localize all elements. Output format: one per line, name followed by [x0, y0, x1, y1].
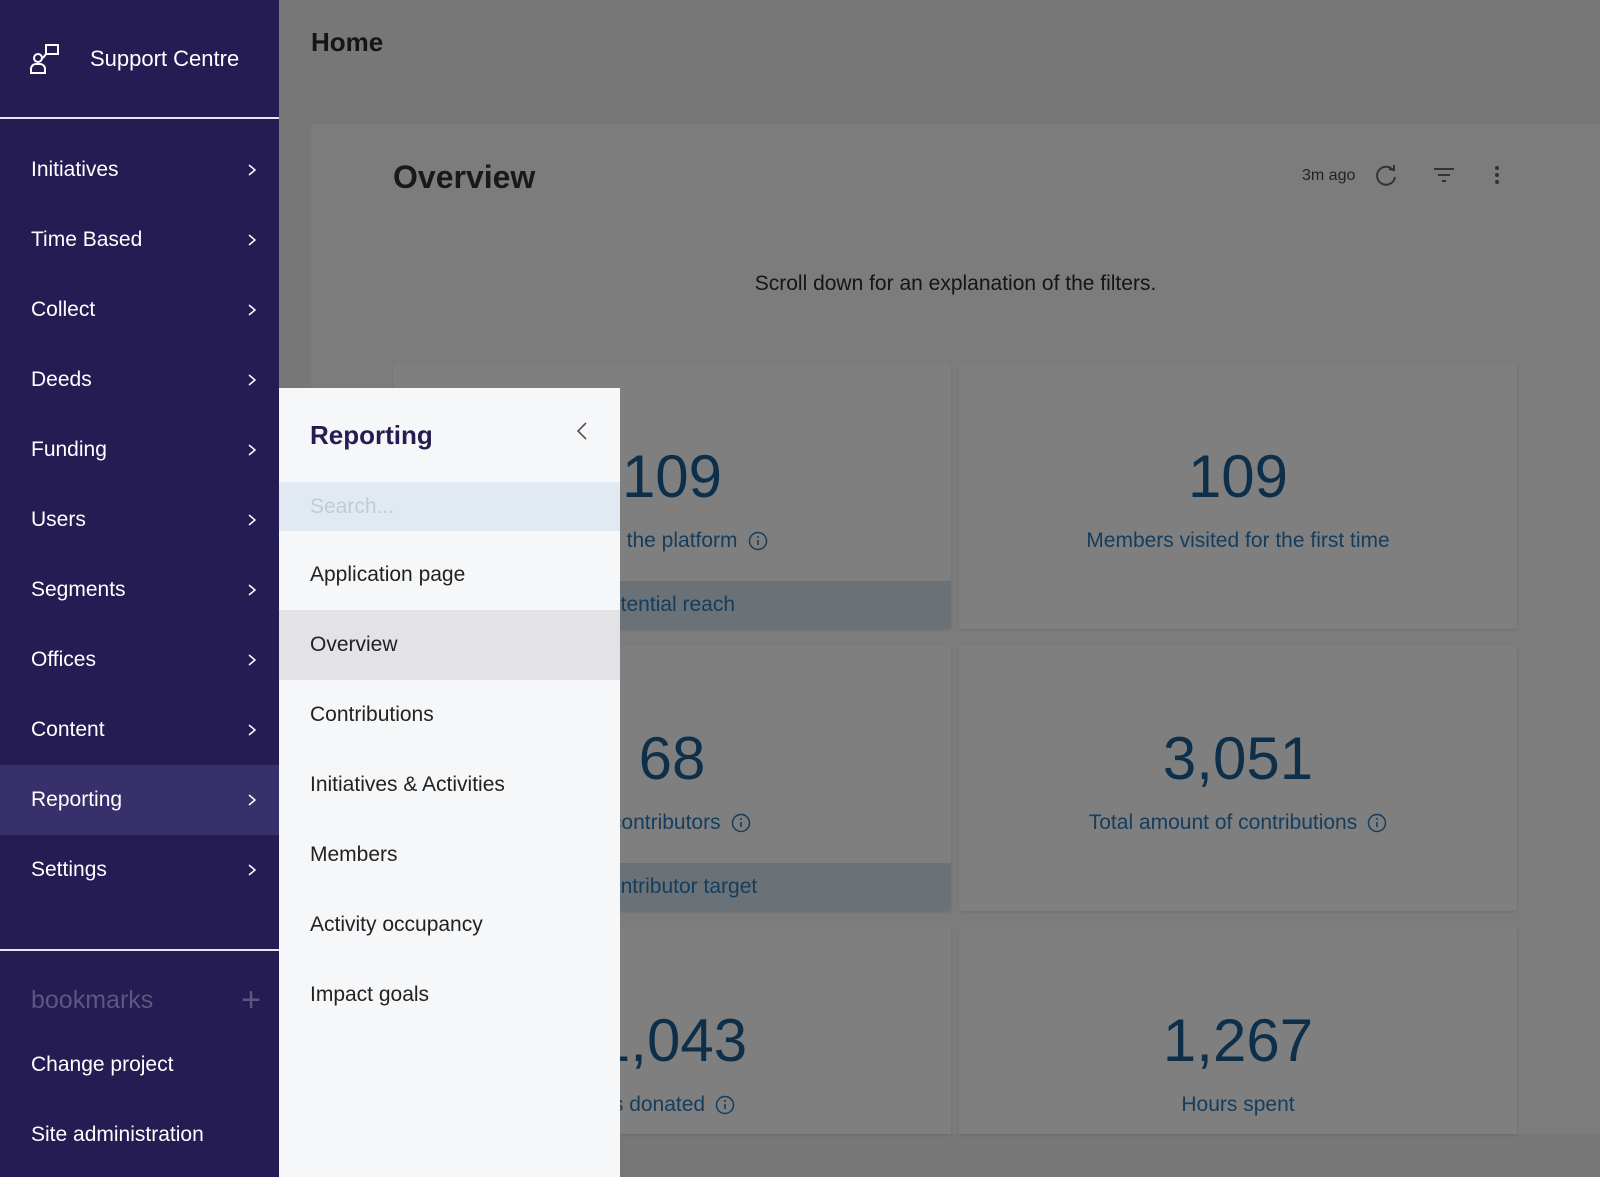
- search-input[interactable]: [279, 482, 620, 531]
- sidebar-item-funding[interactable]: Funding: [0, 415, 279, 485]
- sidebar-item-label: Initiatives: [31, 158, 119, 181]
- sidebar-item-offices[interactable]: Offices: [0, 625, 279, 695]
- sidebar-item-label: Funding: [31, 438, 107, 461]
- menu-item-application-page[interactable]: Application page: [279, 540, 620, 610]
- chevron-right-icon: [248, 444, 257, 456]
- chevron-right-icon: [248, 584, 257, 596]
- chevron-right-icon: [248, 164, 257, 176]
- flyout-menu: Application page Overview Contributions …: [279, 540, 620, 1030]
- brand[interactable]: Support Centre: [0, 0, 279, 119]
- sidebar-divider: [0, 949, 279, 951]
- bookmarks-label: bookmarks: [31, 985, 154, 1014]
- support-centre-icon: [30, 43, 59, 74]
- sidebar-item-label: Users: [31, 508, 86, 531]
- chevron-right-icon: [248, 374, 257, 386]
- chevron-right-icon: [248, 654, 257, 666]
- chevron-left-icon[interactable]: [575, 421, 589, 441]
- sidebar-item-users[interactable]: Users: [0, 485, 279, 555]
- sidebar-nav: Initiatives Time Based Collect Deeds Fun…: [0, 119, 279, 905]
- sidebar-item-initiatives[interactable]: Initiatives: [0, 135, 279, 205]
- menu-item-members[interactable]: Members: [279, 820, 620, 890]
- sidebar-item-time-based[interactable]: Time Based: [0, 205, 279, 275]
- chevron-right-icon: [248, 304, 257, 316]
- brand-title: Support Centre: [90, 45, 240, 71]
- chevron-right-icon: [248, 514, 257, 526]
- sidebar-item-label: Segments: [31, 578, 126, 601]
- menu-item-contributions[interactable]: Contributions: [279, 680, 620, 750]
- menu-item-overview[interactable]: Overview: [279, 610, 620, 680]
- chevron-right-icon: [248, 794, 257, 806]
- menu-item-activity-occupancy[interactable]: Activity occupancy: [279, 890, 620, 960]
- change-project-link[interactable]: Change project: [31, 1053, 173, 1077]
- sidebar-item-label: Deeds: [31, 368, 92, 391]
- sidebar-item-segments[interactable]: Segments: [0, 555, 279, 625]
- sidebar-item-content[interactable]: Content: [0, 695, 279, 765]
- chevron-right-icon: [248, 724, 257, 736]
- bookmarks-header: bookmarks +: [31, 983, 261, 1017]
- chevron-right-icon: [248, 234, 257, 246]
- sidebar-item-label: Offices: [31, 648, 96, 671]
- add-bookmark-icon[interactable]: +: [241, 983, 261, 1017]
- site-administration-link[interactable]: Site administration: [31, 1123, 204, 1147]
- flyout-title: Reporting: [310, 420, 433, 450]
- sidebar-item-label: Reporting: [31, 788, 123, 811]
- sidebar-item-label: Collect: [31, 298, 96, 321]
- sidebar-item-label: Settings: [31, 858, 107, 881]
- sidebar-item-collect[interactable]: Collect: [0, 275, 279, 345]
- sidebar-item-label: Content: [31, 718, 105, 741]
- sidebar-item-settings[interactable]: Settings: [0, 835, 279, 905]
- sidebar: Support Centre Initiatives Time Based Co…: [0, 0, 279, 1177]
- chevron-right-icon: [248, 864, 257, 876]
- reporting-flyout: Reporting Application page Overview Cont…: [279, 388, 620, 1177]
- sidebar-item-label: Time Based: [31, 228, 143, 251]
- sidebar-item-deeds[interactable]: Deeds: [0, 345, 279, 415]
- sidebar-item-reporting[interactable]: Reporting: [0, 765, 279, 835]
- menu-item-initiatives-activities[interactable]: Initiatives & Activities: [279, 750, 620, 820]
- menu-item-impact-goals[interactable]: Impact goals: [279, 960, 620, 1030]
